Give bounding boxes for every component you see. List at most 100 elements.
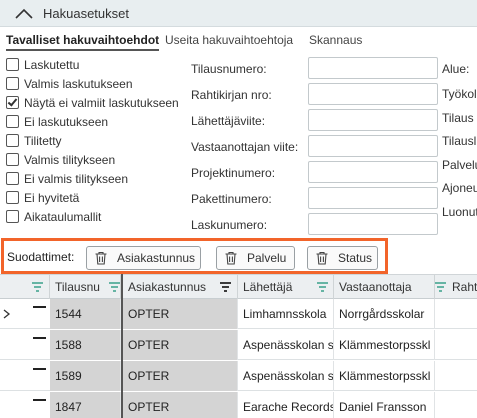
trash-icon (316, 251, 328, 265)
table-row[interactable]: 1544 OPTER Limhamnsskola Norrgårdsskolar (0, 299, 477, 329)
checkbox-label: Valmis laskutukseen (24, 76, 133, 91)
cell-sender: Aspenässkolan s (238, 361, 334, 391)
checkbox-box[interactable] (6, 77, 19, 90)
checkbox-box[interactable] (6, 134, 19, 147)
column-header-label: Vastaanottaja (339, 280, 412, 294)
tab-basic-search[interactable]: Tavalliset hakuvaihtoehdot (6, 33, 160, 51)
cell-order-number: 1847 (50, 392, 121, 418)
filter-icon[interactable] (32, 282, 43, 292)
checkbox-box[interactable] (6, 58, 19, 71)
cell-order-number: 1589 (50, 361, 121, 391)
checkbox-schedule-templates[interactable]: Aikataulumallit (6, 208, 101, 225)
sender-reference-label: Lähettäjäviite: (191, 114, 266, 128)
checkbox-box[interactable] (6, 153, 19, 166)
table-row[interactable]: 1847 OPTER Earache Records Daniel Franss… (0, 392, 477, 418)
cell-order-number: 1588 (50, 330, 121, 360)
filter-active-icon[interactable] (220, 282, 231, 292)
receiver-reference-input[interactable] (308, 135, 438, 157)
search-settings-header[interactable]: Hakuasetukset (0, 0, 477, 27)
cell-receiver: Norrgårdsskolar (334, 299, 435, 329)
row-marker (33, 337, 46, 339)
column-header-label: Lähettäjä (243, 280, 293, 294)
filters-bar: Suodattimet: Asiakastunnus Palvelu Statu… (1, 238, 388, 274)
frozen-column-divider[interactable] (121, 274, 123, 418)
column-header-label: Rahtikir (452, 280, 477, 294)
column-header-receiver[interactable]: Vastaanottaja (334, 275, 435, 299)
filter-chip-customer-id[interactable]: Asiakastunnus (86, 246, 201, 270)
waybill-number-input[interactable] (308, 83, 438, 105)
column-header-waybill[interactable]: Rahtikir (435, 275, 477, 299)
column-header-customer-id[interactable]: Asiakastunnus (123, 275, 238, 299)
checkbox-settled[interactable]: Tilitetty (6, 132, 62, 149)
cell-customer-id: OPTER (123, 299, 238, 329)
row-selector[interactable] (24, 330, 50, 360)
cell-receiver: Klämmestorpsskl (334, 330, 435, 360)
grid-header: Tilausnu Asiakastunnus Lähettäjä Vastaan… (0, 274, 477, 299)
package-number-label: Pakettinumero: (191, 192, 272, 206)
table-row[interactable]: 1588 OPTER Aspenässkolan s Klämmestorpss… (0, 330, 477, 360)
cell-sender: Limhamnsskola (238, 299, 334, 329)
cell-customer-id: OPTER (123, 392, 238, 418)
service-label: Palvelu (442, 158, 477, 172)
tab-multiple-search[interactable]: Useita hakuvaihtoehtoja (165, 33, 293, 49)
checkbox-label: Aikataulumallit (24, 209, 102, 224)
order-number-input[interactable] (308, 57, 438, 79)
checkbox-invoiced[interactable]: Laskutettu (6, 56, 79, 73)
checkbox-not-ready-for-settlement[interactable]: Ei valmis tilitykseen (6, 170, 128, 187)
checkbox-box[interactable] (6, 115, 19, 128)
row-selector[interactable] (24, 361, 50, 391)
checkbox-box[interactable] (6, 191, 19, 204)
package-number-input[interactable] (308, 187, 438, 209)
chevron-right-icon (3, 309, 11, 319)
checkbox-label: Valmis tilitykseen (24, 152, 116, 167)
row-marker (33, 399, 46, 401)
checkbox-box[interactable] (6, 96, 19, 109)
cell-sender: Aspenässkolan s (238, 330, 334, 360)
row-marker (33, 306, 46, 308)
checkbox-not-for-invoicing[interactable]: Ei laskutukseen (6, 113, 108, 130)
cell-sender: Earache Records (238, 392, 334, 418)
tab-scanning[interactable]: Skannaus (309, 33, 362, 49)
checkbox-ready-for-settlement[interactable]: Valmis tilitykseen (6, 151, 115, 168)
cell-order-number: 1544 (50, 299, 121, 329)
checkbox-box[interactable] (6, 172, 19, 185)
checkbox-not-credited[interactable]: Ei hyvitetä (6, 189, 79, 206)
checkbox-label: Ei hyvitetä (24, 190, 80, 205)
cell-receiver: Daniel Fransson (334, 392, 435, 418)
trash-icon (225, 251, 237, 265)
checkbox-box[interactable] (6, 210, 19, 223)
filter-chip-service[interactable]: Palvelu (216, 246, 295, 270)
order-label: Tilaus (442, 111, 474, 125)
row-selector[interactable] (24, 392, 50, 418)
filter-chip-label: Asiakastunnus (117, 251, 196, 265)
orderer-label: Tilausl (442, 134, 477, 148)
checkbox-ready-for-invoicing[interactable]: Valmis laskutukseen (6, 75, 133, 92)
table-row[interactable]: 1589 OPTER Aspenässkolan s Klämmestorpss… (0, 361, 477, 391)
orders-grid: Tilausnu Asiakastunnus Lähettäjä Vastaan… (0, 274, 477, 418)
cell-receiver: Klämmestorpsskl (334, 361, 435, 391)
filter-icon[interactable] (109, 282, 120, 292)
invoice-number-input[interactable] (308, 213, 438, 235)
column-header-selector[interactable] (0, 275, 50, 299)
project-number-input[interactable] (308, 161, 438, 183)
sender-reference-input[interactable] (308, 109, 438, 131)
checkbox-label: Laskutettu (24, 57, 80, 72)
project-number-label: Projektinumero: (191, 166, 276, 180)
worker-label: Työkol (442, 87, 477, 101)
row-selector[interactable] (24, 299, 50, 329)
invoice-number-label: Laskunumero: (191, 218, 268, 232)
chevron-up-icon[interactable] (14, 8, 34, 20)
filter-icon[interactable] (317, 282, 328, 292)
checkbox-show-not-ready[interactable]: Näytä ei valmiit laskutukseen (6, 94, 179, 111)
row-marker (33, 368, 46, 370)
column-header-label: Asiakastunnus (128, 280, 207, 294)
waybill-number-label: Rahtikirjan nro: (191, 88, 272, 102)
column-header-label: Tilausnu (55, 280, 100, 294)
column-header-sender[interactable]: Lähettäjä (238, 275, 334, 299)
filter-chip-label: Palvelu (247, 251, 287, 265)
order-number-label: Tilausnumero: (191, 62, 267, 76)
checkbox-label: Ei valmis tilitykseen (24, 171, 129, 186)
filter-chip-status[interactable]: Status (307, 246, 378, 270)
filter-icon[interactable] (435, 282, 446, 292)
area-label: Alue: (442, 62, 470, 76)
